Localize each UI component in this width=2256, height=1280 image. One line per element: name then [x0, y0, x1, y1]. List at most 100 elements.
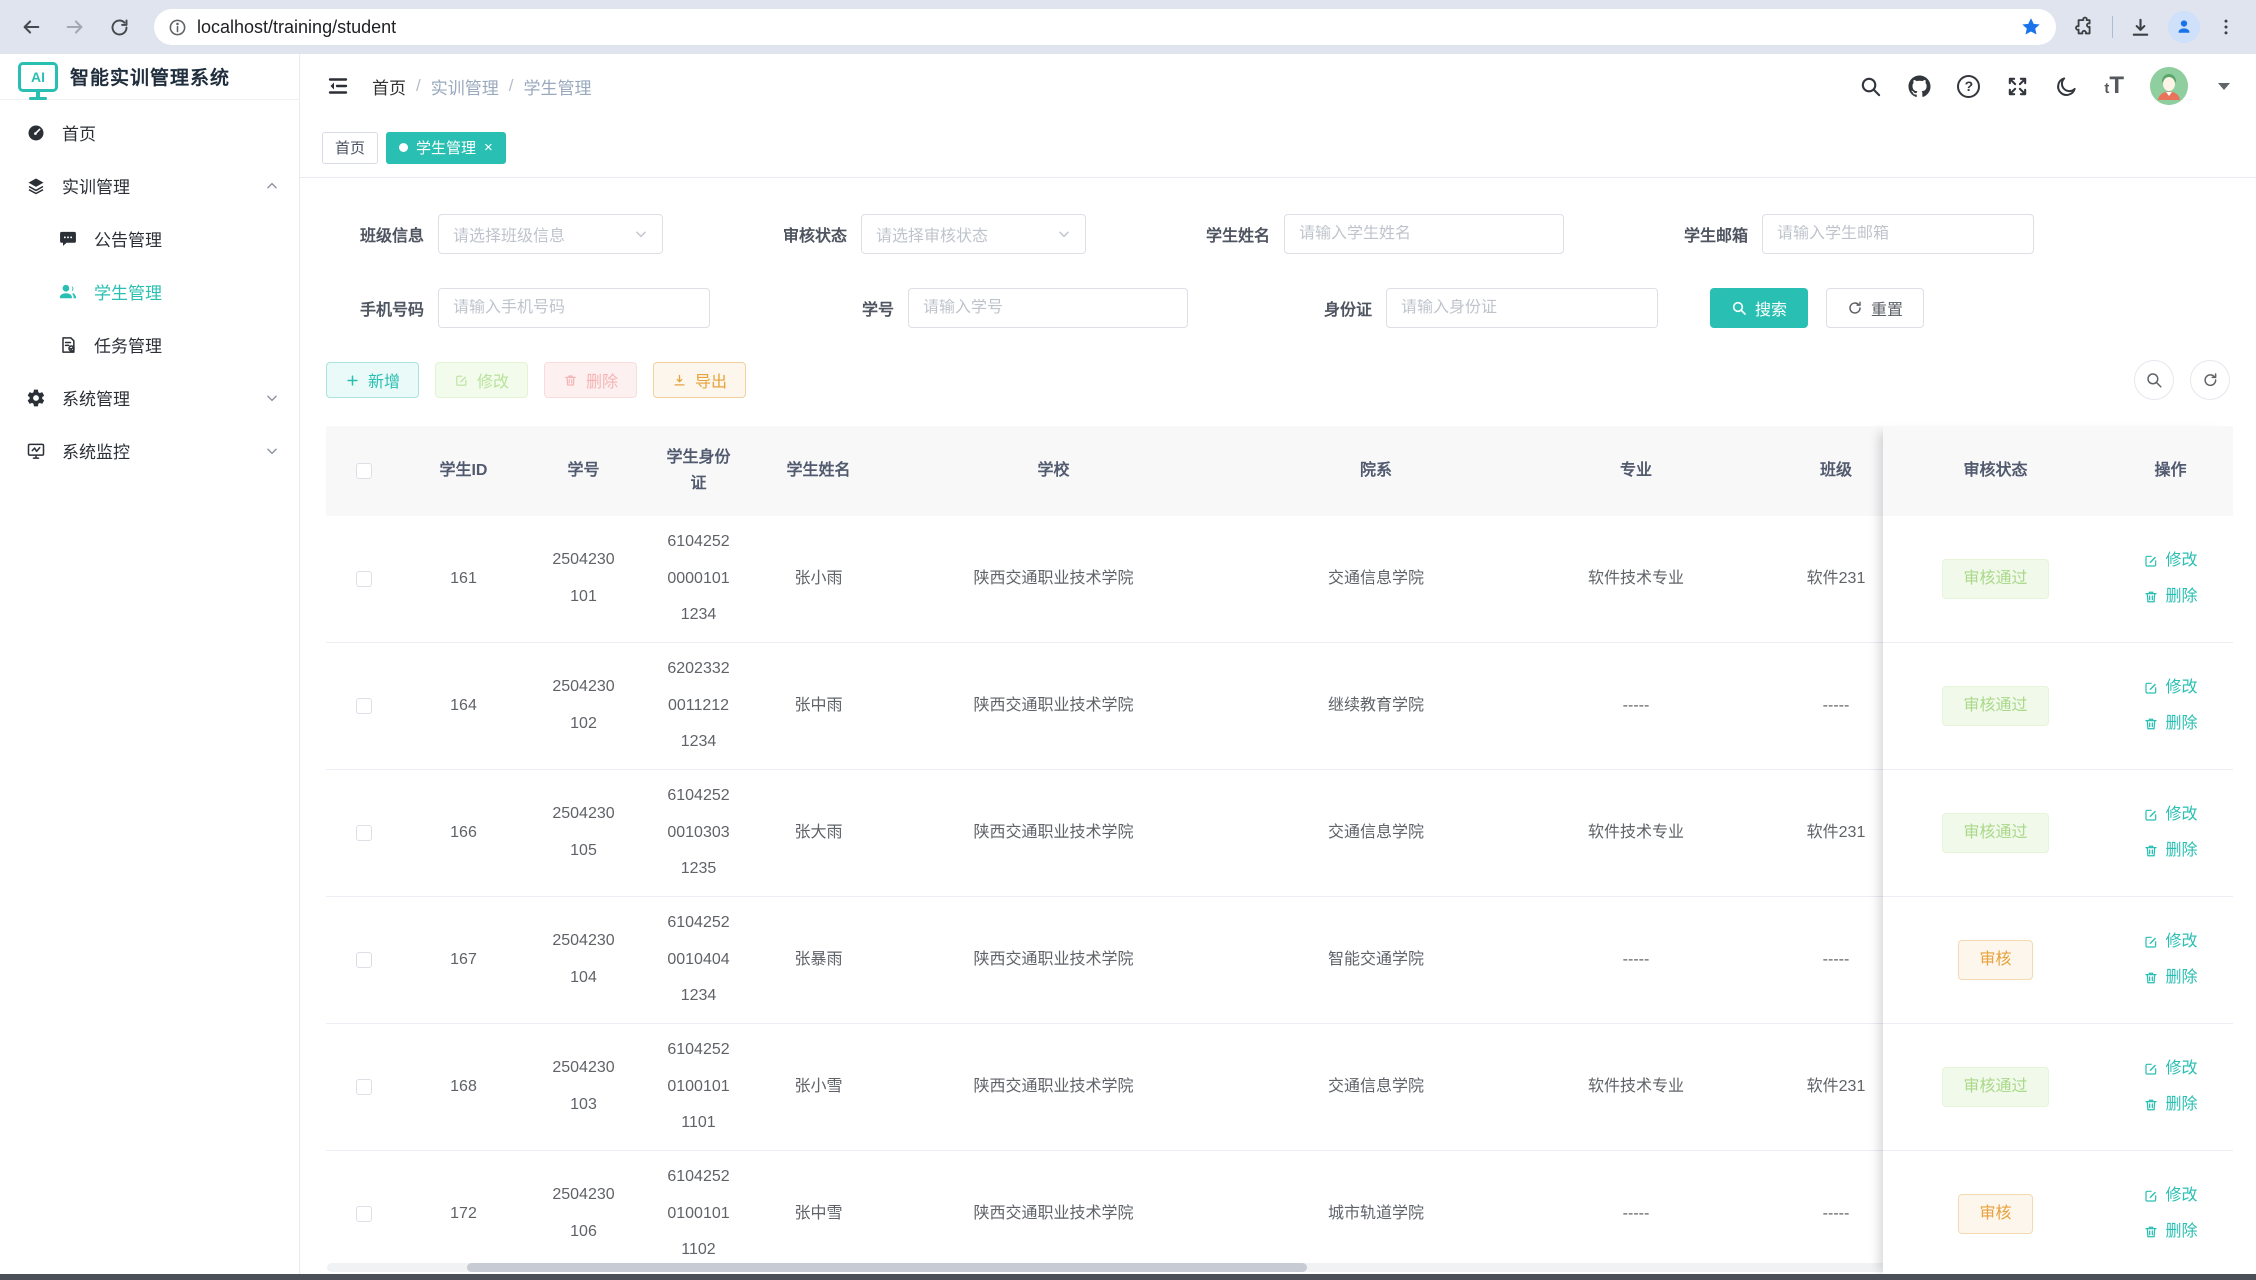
row-delete-button[interactable]: 删除	[2143, 711, 2197, 737]
browser-reload-icon[interactable]	[102, 10, 136, 44]
row-edit-button[interactable]: 修改	[2143, 1056, 2197, 1082]
app-logo: AI 智能实训管理系统	[0, 54, 299, 100]
table-row-fixed: 审核 修改删除	[1883, 897, 2233, 1024]
chevron-up-icon	[265, 179, 279, 193]
sidebar-item-monitor[interactable]: 系统监控	[0, 424, 299, 477]
row-delete-button[interactable]: 删除	[2143, 1092, 2197, 1118]
chevron-down-icon	[634, 227, 648, 241]
edit-icon	[2143, 807, 2159, 823]
audit-status-select[interactable]: 请选择审核状态	[861, 214, 1086, 254]
sidebar-menu: 首页 实训管理 公告管理 学生管理 任务管理 系统管理	[0, 100, 299, 477]
row-delete-button[interactable]: 删除	[2143, 965, 2197, 991]
cell-student-no: 2504230106	[526, 1151, 641, 1274]
row-checkbox[interactable]	[356, 571, 372, 587]
status-badge[interactable]: 审核通过	[1942, 1067, 2048, 1107]
table-row-fixed: 审核通过 修改删除	[1883, 1024, 2233, 1151]
status-badge[interactable]: 审核通过	[1942, 559, 2048, 599]
github-icon[interactable]	[1908, 75, 1931, 98]
edit-icon	[2143, 1188, 2159, 1204]
filter-form: 班级信息 请选择班级信息 审核状态 请选择审核状态	[326, 178, 2230, 328]
tab-close-icon[interactable]: ×	[484, 140, 493, 155]
column-header: 院系	[1226, 426, 1526, 516]
student-no-input[interactable]	[923, 299, 1173, 317]
sidebar-collapse-button[interactable]	[326, 74, 350, 98]
fullscreen-icon[interactable]	[2006, 75, 2029, 98]
sidebar-item-system[interactable]: 系统管理	[0, 371, 299, 424]
trash-icon	[2143, 970, 2159, 986]
tab-student-management[interactable]: 学生管理 ×	[386, 132, 506, 164]
tab-home[interactable]: 首页	[322, 132, 378, 164]
add-button[interactable]: 新增	[326, 362, 419, 398]
logo-badge: AI	[31, 69, 45, 85]
table-row-fixed: 审核通过 修改删除	[1883, 770, 2233, 897]
avatar[interactable]	[2150, 67, 2188, 105]
select-all-checkbox[interactable]	[356, 463, 372, 479]
row-checkbox[interactable]	[356, 952, 372, 968]
row-edit-button[interactable]: 修改	[2143, 548, 2197, 574]
browser-profile-icon[interactable]	[2168, 11, 2200, 43]
bookmark-star-icon[interactable]	[2020, 16, 2042, 38]
table-search-toggle-button[interactable]	[2134, 360, 2174, 400]
help-icon[interactable]: ?	[1957, 75, 1980, 98]
font-size-icon[interactable]: tT	[2104, 74, 2124, 98]
student-email-input[interactable]	[1777, 225, 2019, 243]
download-icon	[672, 373, 687, 388]
status-badge[interactable]: 审核通过	[1942, 686, 2048, 726]
browser-menu-icon[interactable]	[2216, 17, 2236, 37]
breadcrumb-item: 实训管理	[431, 74, 499, 99]
cell-department: 继续教育学院	[1226, 643, 1526, 769]
user-menu-caret[interactable]	[2218, 83, 2230, 90]
reset-button[interactable]: 重置	[1826, 288, 1924, 328]
scrollbar-thumb[interactable]	[467, 1263, 1307, 1272]
sidebar-item-notice[interactable]: 公告管理	[0, 212, 299, 265]
status-badge[interactable]: 审核	[1958, 1194, 2032, 1234]
extensions-icon[interactable]	[2074, 16, 2096, 38]
status-badge[interactable]: 审核通过	[1942, 813, 2048, 853]
cell-department: 交通信息学院	[1226, 516, 1526, 642]
row-edit-button[interactable]: 修改	[2143, 802, 2197, 828]
search-icon[interactable]	[1859, 75, 1882, 98]
edit-button[interactable]: 修改	[435, 362, 528, 398]
browser-back-icon[interactable]	[14, 10, 48, 44]
trash-icon	[2143, 1224, 2159, 1240]
row-delete-button[interactable]: 删除	[2143, 1219, 2197, 1245]
search-button[interactable]: 搜索	[1710, 288, 1808, 328]
row-edit-button[interactable]: 修改	[2143, 675, 2197, 701]
dark-mode-moon-icon[interactable]	[2055, 75, 2078, 98]
browser-forward-icon[interactable]	[58, 10, 92, 44]
site-info-icon[interactable]	[168, 18, 187, 37]
table-row: 1682504230103610425201001011101张小雪陕西交通职业…	[326, 1024, 1883, 1151]
export-button[interactable]: 导出	[653, 362, 746, 398]
delete-button[interactable]: 删除	[544, 362, 637, 398]
breadcrumb-item[interactable]: 首页	[372, 74, 406, 99]
row-checkbox[interactable]	[356, 698, 372, 714]
cell-student-name: 张暴雨	[756, 897, 881, 1023]
row-edit-button[interactable]: 修改	[2143, 1183, 2197, 1209]
class-select[interactable]: 请选择班级信息	[438, 214, 663, 254]
plus-icon	[345, 373, 360, 388]
cell-school: 陕西交通职业技术学院	[881, 1024, 1226, 1150]
row-delete-button[interactable]: 删除	[2143, 838, 2197, 864]
sidebar-item-training[interactable]: 实训管理	[0, 159, 299, 212]
id-card-input[interactable]	[1401, 299, 1643, 317]
address-bar[interactable]: localhost/training/student	[154, 9, 2056, 45]
row-edit-button[interactable]: 修改	[2143, 929, 2197, 955]
table-refresh-button[interactable]	[2190, 360, 2230, 400]
row-checkbox[interactable]	[356, 1206, 372, 1222]
cell-class: -----	[1746, 643, 1883, 769]
student-name-input[interactable]	[1299, 225, 1549, 243]
cell-major: -----	[1526, 1151, 1746, 1274]
status-badge[interactable]: 审核	[1958, 940, 2032, 980]
phone-input[interactable]	[453, 299, 695, 317]
column-header: 学生身份证	[641, 426, 756, 516]
edit-icon	[2143, 1061, 2159, 1077]
layers-icon	[26, 176, 46, 196]
row-checkbox[interactable]	[356, 825, 372, 841]
row-checkbox[interactable]	[356, 1079, 372, 1095]
sidebar-item-task[interactable]: 任务管理	[0, 318, 299, 371]
sidebar-item-student[interactable]: 学生管理	[0, 265, 299, 318]
row-delete-button[interactable]: 删除	[2143, 584, 2197, 610]
downloads-icon[interactable]	[2129, 16, 2152, 39]
sidebar-item-home[interactable]: 首页	[0, 106, 299, 159]
cell-id-card: 620233200112121234	[641, 643, 756, 769]
